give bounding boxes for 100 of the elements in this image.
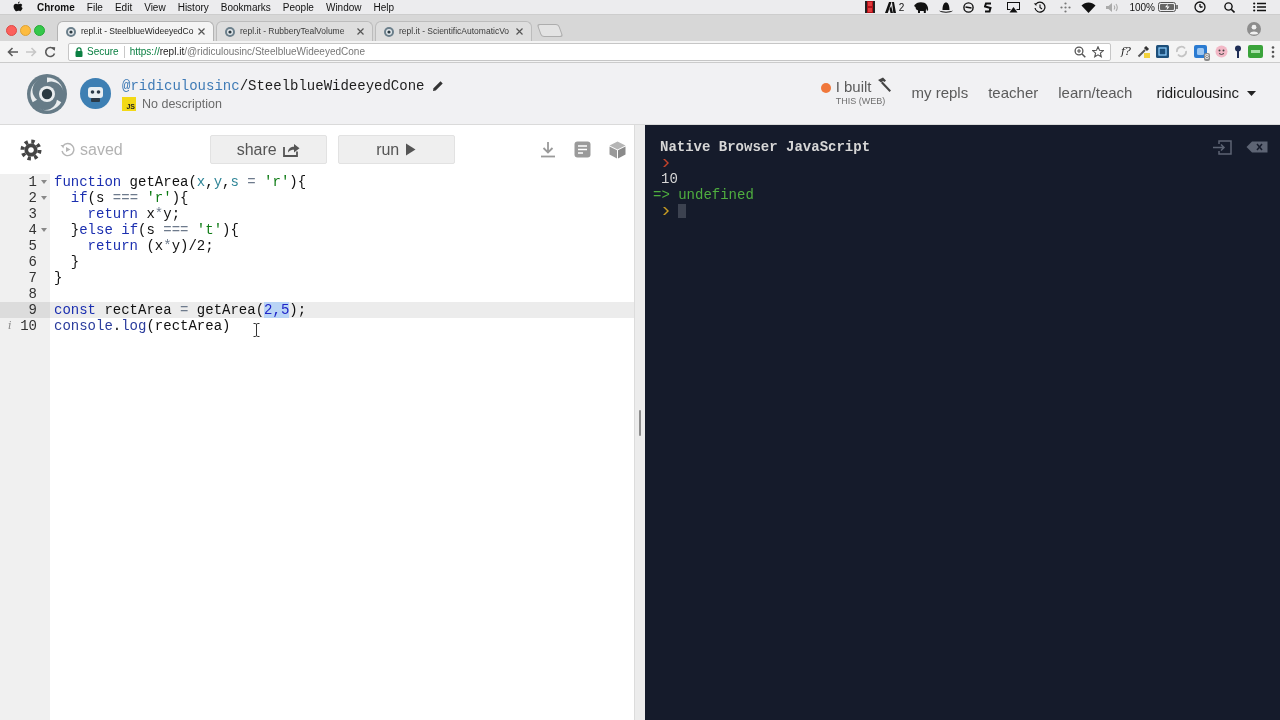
more-icon[interactable] <box>1270 45 1275 58</box>
code-line: return (x*y)/2; <box>86 238 214 254</box>
line-number: 3 <box>27 206 37 222</box>
close-icon[interactable] <box>357 28 364 35</box>
menu-item[interactable]: View <box>144 0 166 15</box>
app-menu[interactable]: Chrome <box>37 0 75 15</box>
battery-icon[interactable] <box>1158 2 1178 12</box>
prompt-chevron-icon <box>663 159 669 167</box>
line-number: 9 <box>27 302 37 318</box>
menu-item[interactable]: File <box>86 0 103 15</box>
circle-slash-icon[interactable] <box>963 1 975 13</box>
browser-tab[interactable]: repl.it - SteelblueWideeyedCo <box>57 21 214 41</box>
eyedropper-icon[interactable] <box>1136 45 1150 58</box>
cube-icon[interactable] <box>609 140 626 159</box>
line-number: 6 <box>27 254 37 270</box>
extension-tile-icon[interactable] <box>1247 45 1263 58</box>
code-line: console.log(rectArea) <box>53 318 231 334</box>
share-icon <box>282 142 300 157</box>
browser-tab[interactable]: repl.it - RubberyTealVolume <box>216 21 373 41</box>
animal-icon[interactable] <box>914 1 930 13</box>
prompt-chevron-icon <box>663 207 669 215</box>
fold-caret-icon[interactable] <box>40 196 47 200</box>
url-text: https://repl.it/@ridiculousinc/SteelblueWideeyedCone <box>129 45 365 59</box>
owner-link[interactable]: @ridiculousinc <box>122 75 240 97</box>
peak-logo-icon[interactable] <box>884 1 896 13</box>
swirl-icon <box>225 26 235 37</box>
download-icon[interactable] <box>540 141 556 158</box>
line-number: 10 <box>19 318 37 334</box>
zoom-in-icon[interactable] <box>1074 45 1086 58</box>
extension-button[interactable]: f? <box>1121 44 1131 59</box>
swirl-icon <box>384 26 394 37</box>
lock-icon <box>75 46 83 57</box>
menu-item[interactable]: People <box>282 0 314 15</box>
battery-percent: 100% <box>1129 0 1155 15</box>
menu-item[interactable]: Edit <box>114 0 133 15</box>
code-line: if(s === 'r'){ <box>69 190 189 206</box>
menu-item[interactable]: Bookmarks <box>220 0 271 15</box>
grid-tile-icon[interactable] <box>1155 45 1169 58</box>
code-line: function getArea(x,y,s = 'r'){ <box>53 174 307 190</box>
console-output: 10 <box>661 171 678 187</box>
screen-arrow-icon[interactable] <box>1006 1 1022 13</box>
key-icon[interactable] <box>1233 45 1242 58</box>
back-icon[interactable] <box>6 45 19 58</box>
settings-icon[interactable] <box>20 138 42 161</box>
swirl-logo-icon[interactable] <box>27 73 67 114</box>
pencil-icon[interactable] <box>432 80 445 92</box>
clock-arrow-icon[interactable] <box>1033 1 1047 13</box>
line-number: 2 <box>27 190 37 206</box>
wifi-icon[interactable] <box>1081 1 1097 13</box>
code-line: } <box>53 270 63 286</box>
nav-link[interactable]: teacher <box>988 82 1039 105</box>
resize-handle[interactable] <box>639 409 641 436</box>
film-strip-icon[interactable] <box>864 1 875 13</box>
play-icon <box>405 143 417 156</box>
fold-caret-icon[interactable] <box>40 180 47 184</box>
code-line: return x*y; <box>86 206 181 222</box>
zigzag-icon[interactable] <box>984 1 993 13</box>
robot-avatar-icon <box>80 78 111 109</box>
backspace-icon[interactable] <box>1246 141 1268 153</box>
line-number: 4 <box>27 222 37 238</box>
text-cursor-icon <box>253 323 260 337</box>
browser-tab[interactable]: repl.it - ScientificAutomaticVo <box>375 21 532 41</box>
extension-tile-icon[interactable] <box>1193 44 1207 58</box>
list-icon[interactable] <box>1253 2 1266 12</box>
close-icon[interactable] <box>198 28 206 35</box>
apple-icon[interactable] <box>13 1 23 13</box>
description-text: No description <box>142 95 222 113</box>
line-number: 5 <box>27 238 37 254</box>
close-window-button[interactable] <box>6 25 17 36</box>
smiley-icon[interactable] <box>1214 45 1228 58</box>
search-icon[interactable] <box>1224 1 1235 13</box>
code-line: } <box>69 254 80 270</box>
close-icon[interactable] <box>516 28 523 35</box>
code-line: }else if(s === 't'){ <box>69 222 239 238</box>
input-cursor[interactable] <box>678 204 686 218</box>
address-field[interactable]: Secure https://repl.it/@ridiculousinc/SteelblueWideeyedCone <box>68 42 1111 61</box>
bell-icon[interactable] <box>939 1 954 13</box>
promo-subtitle: THIS (WEB) <box>835 95 887 106</box>
line-number: 8 <box>27 286 37 302</box>
status-count: 2 <box>898 0 905 15</box>
menu-item[interactable]: Help <box>373 0 395 15</box>
promo-link[interactable]: I built <box>835 77 872 96</box>
menu-item[interactable]: Window <box>325 0 362 15</box>
nav-link[interactable]: learn/teach <box>1058 82 1133 105</box>
box-arrow-icon[interactable] <box>1212 139 1232 155</box>
clock-icon[interactable] <box>1194 1 1206 13</box>
share-button[interactable]: share <box>209 135 327 164</box>
account-menu[interactable]: ridiculousinc <box>1156 82 1256 105</box>
profile-icon[interactable] <box>1247 22 1261 36</box>
console-title: Native Browser JavaScript <box>660 139 871 155</box>
nav-link[interactable]: my repls <box>911 82 969 105</box>
menu-item[interactable]: History <box>177 0 209 15</box>
star-icon[interactable] <box>1092 45 1104 58</box>
fold-caret-icon[interactable] <box>40 228 47 232</box>
document-icon[interactable] <box>574 141 591 158</box>
reload-icon[interactable] <box>44 45 57 58</box>
save-status: saved <box>80 139 123 160</box>
security-label[interactable]: Secure <box>87 44 119 59</box>
dots-icon[interactable] <box>1060 1 1072 13</box>
run-button[interactable]: run <box>337 135 455 164</box>
